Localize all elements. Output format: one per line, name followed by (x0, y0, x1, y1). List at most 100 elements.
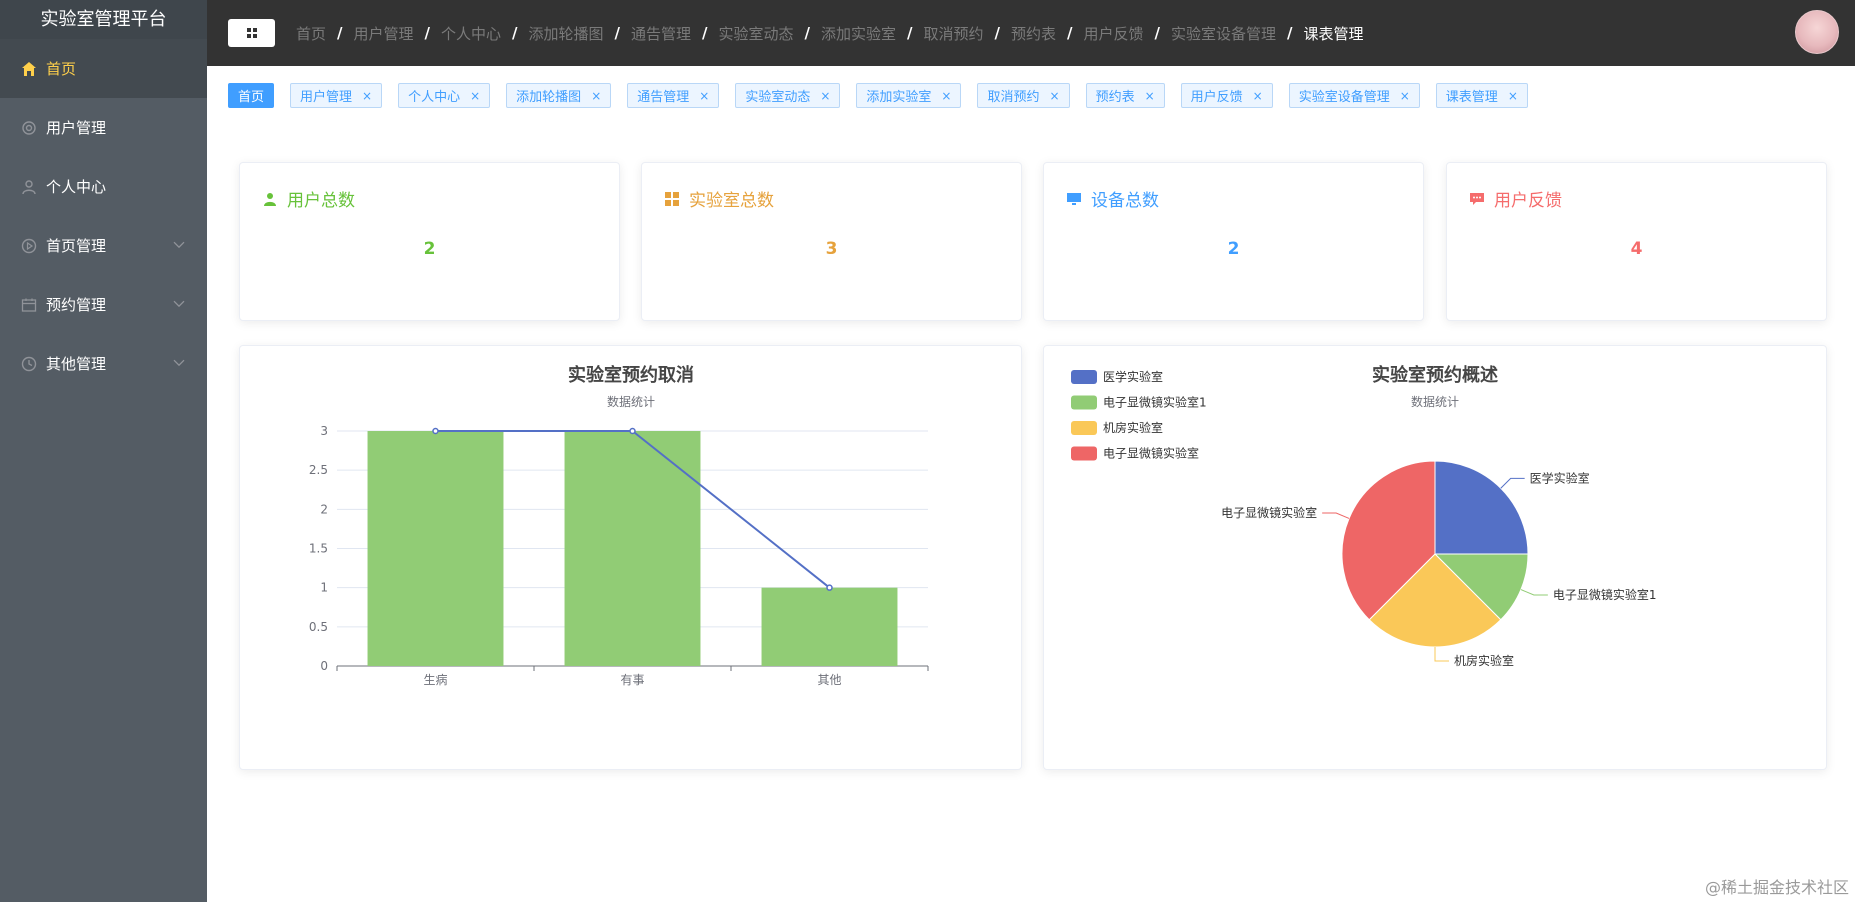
sidebar-item-personal-center[interactable]: 个人中心 (0, 157, 207, 216)
chevron-down-icon (173, 235, 185, 253)
sidebar-item-home[interactable]: 首页 (0, 39, 207, 98)
close-icon[interactable]: × (941, 89, 951, 103)
close-icon[interactable]: × (470, 89, 480, 103)
sidebar-item-home-management[interactable]: 首页管理 (0, 216, 207, 275)
breadcrumb-item[interactable]: 用户反馈 (1084, 23, 1144, 44)
tag-item[interactable]: 添加轮播图 × (506, 83, 612, 108)
close-icon[interactable]: × (1145, 89, 1155, 103)
close-icon[interactable]: × (820, 89, 830, 103)
breadcrumb-item[interactable]: 取消预约 (924, 23, 984, 44)
bar (564, 431, 701, 666)
y-tick-label: 2.5 (309, 463, 328, 477)
tag-label: 预约表 (1095, 90, 1135, 105)
user-solid-icon (263, 192, 277, 206)
breadcrumb-separator: / (512, 24, 518, 42)
breadcrumb-separator: / (1067, 24, 1073, 42)
sidebar-item-label: 首页 (46, 60, 77, 78)
bar (761, 587, 898, 666)
breadcrumb-item[interactable]: 实验室动态 (719, 23, 794, 44)
tag-item[interactable]: 用户管理 × (290, 83, 383, 108)
avatar[interactable] (1795, 10, 1839, 54)
tag-item[interactable]: 实验室动态 × (735, 83, 841, 108)
breadcrumb-separator: / (614, 24, 620, 42)
tag-label: 通告管理 (637, 90, 690, 105)
tag-item[interactable]: 用户反馈 × (1180, 83, 1273, 108)
tag-item[interactable]: 通告管理 × (627, 83, 720, 108)
tags-view: 首页 用户管理 × 个人中心 × 添加轮播图 × 通告管理 × 实验室动态 × 添加实验室… (228, 83, 1544, 108)
sidebar-item-label: 首页管理 (46, 237, 107, 255)
tag-label: 课表管理 (1445, 90, 1498, 105)
x-tick-label: 有事 (620, 673, 644, 687)
collapse-sidebar-button[interactable] (228, 19, 275, 47)
sidebar-item-label: 个人中心 (46, 178, 107, 196)
close-icon[interactable]: × (1050, 89, 1060, 103)
stat-value: 4 (1630, 239, 1643, 259)
breadcrumb-item[interactable]: 首页 (296, 23, 326, 44)
chart-subtitle: 数据统计 (1411, 394, 1459, 409)
breadcrumb-item[interactable]: 实验室设备管理 (1171, 23, 1276, 44)
clock-icon (20, 355, 38, 373)
bar (367, 431, 504, 666)
tag-item[interactable]: 预约表 × (1085, 83, 1165, 108)
close-icon[interactable]: × (1400, 89, 1410, 103)
breadcrumb-item[interactable]: 通告管理 (631, 23, 691, 44)
breadcrumb-separator: / (1154, 24, 1160, 42)
stat-label: 用户反馈 (1494, 191, 1562, 211)
chart-title: 实验室预约取消 (568, 364, 694, 386)
breadcrumb-item[interactable]: 添加轮播图 (529, 23, 604, 44)
tag-item[interactable]: 个人中心 × (398, 83, 491, 108)
close-icon[interactable]: × (362, 89, 372, 103)
watermark: @稀土掘金技术社区 (1704, 878, 1849, 897)
breadcrumb-item[interactable]: 预约表 (1011, 23, 1056, 44)
app-title: 实验室管理平台 (0, 0, 207, 39)
menu-grid-icon (246, 24, 258, 43)
stat-card-devices: 设备总数 2 (1043, 162, 1424, 321)
tag-item[interactable]: 添加实验室 × (856, 83, 962, 108)
legend-swatch (1071, 446, 1097, 461)
pie-label-line (1520, 589, 1548, 596)
chat-icon (1470, 192, 1484, 206)
tag-item[interactable]: 课表管理 × (1435, 83, 1528, 108)
stat-label: 用户总数 (287, 191, 355, 211)
close-icon[interactable]: × (591, 89, 601, 103)
y-tick-label: 1 (320, 581, 328, 595)
breadcrumb-separator: / (994, 24, 1000, 42)
tag-label: 首页 (238, 90, 265, 105)
tag-label: 实验室动态 (745, 90, 811, 105)
pie-label: 电子显微镜实验室1 (1553, 587, 1657, 602)
close-icon[interactable]: × (699, 89, 709, 103)
close-icon[interactable]: × (1508, 89, 1518, 103)
monitor-icon (1067, 192, 1081, 206)
tag-label: 添加实验室 (866, 90, 932, 105)
line-point (432, 427, 439, 435)
chevron-down-icon (173, 353, 185, 371)
x-tick-label: 生病 (423, 672, 447, 687)
y-tick-label: 1.5 (309, 542, 328, 556)
chart-card-cancellations: 实验室预约取消 数据统计 0 0.5 1 1.5 2 2.5 3 生病 有事 其他 (239, 345, 1022, 770)
breadcrumb-item[interactable]: 用户管理 (354, 23, 414, 44)
breadcrumb-item[interactable]: 个人中心 (441, 23, 501, 44)
stat-value: 2 (423, 239, 436, 259)
legend-label: 电子显微镜实验室1 (1103, 395, 1207, 410)
sidebar-item-other-management[interactable]: 其他管理 (0, 334, 207, 393)
calendar-icon (20, 296, 38, 314)
stat-value: 2 (1227, 239, 1240, 259)
breadcrumb-item[interactable]: 添加实验室 (821, 23, 896, 44)
stat-card-feedback: 用户反馈 4 (1446, 162, 1827, 321)
tag-label: 用户管理 (300, 90, 353, 105)
sidebar-item-booking-management[interactable]: 预约管理 (0, 275, 207, 334)
sidebar-item-user-management[interactable]: 用户管理 (0, 98, 207, 157)
pie-chart: 实验室预约概述数据统计医学实验室电子显微镜实验室1机房实验室电子显微镜实验室医学… (1071, 364, 1657, 668)
tag-item[interactable]: 实验室设备管理 × (1288, 83, 1420, 108)
bar-line-chart: 实验室预约取消数据统计 0 0.5 1 1.5 2 2.5 3 生病 有事 其他 (309, 364, 929, 687)
tag-item[interactable]: 取消预约 × (977, 83, 1070, 108)
legend-label: 机房实验室 (1103, 420, 1163, 435)
stat-card-users: 用户总数 2 (239, 162, 620, 321)
sidebar: 实验室管理平台 首页 用户管理 个人中心 首页管理 预约管理 其他管理 (0, 0, 207, 902)
breadcrumb-separator: / (424, 24, 430, 42)
y-tick-label: 0.5 (309, 620, 328, 634)
stat-value: 3 (825, 239, 838, 259)
close-icon[interactable]: × (1253, 89, 1263, 103)
tag-home[interactable]: 首页 (228, 83, 275, 108)
legend-label: 电子显微镜实验室 (1103, 446, 1199, 461)
